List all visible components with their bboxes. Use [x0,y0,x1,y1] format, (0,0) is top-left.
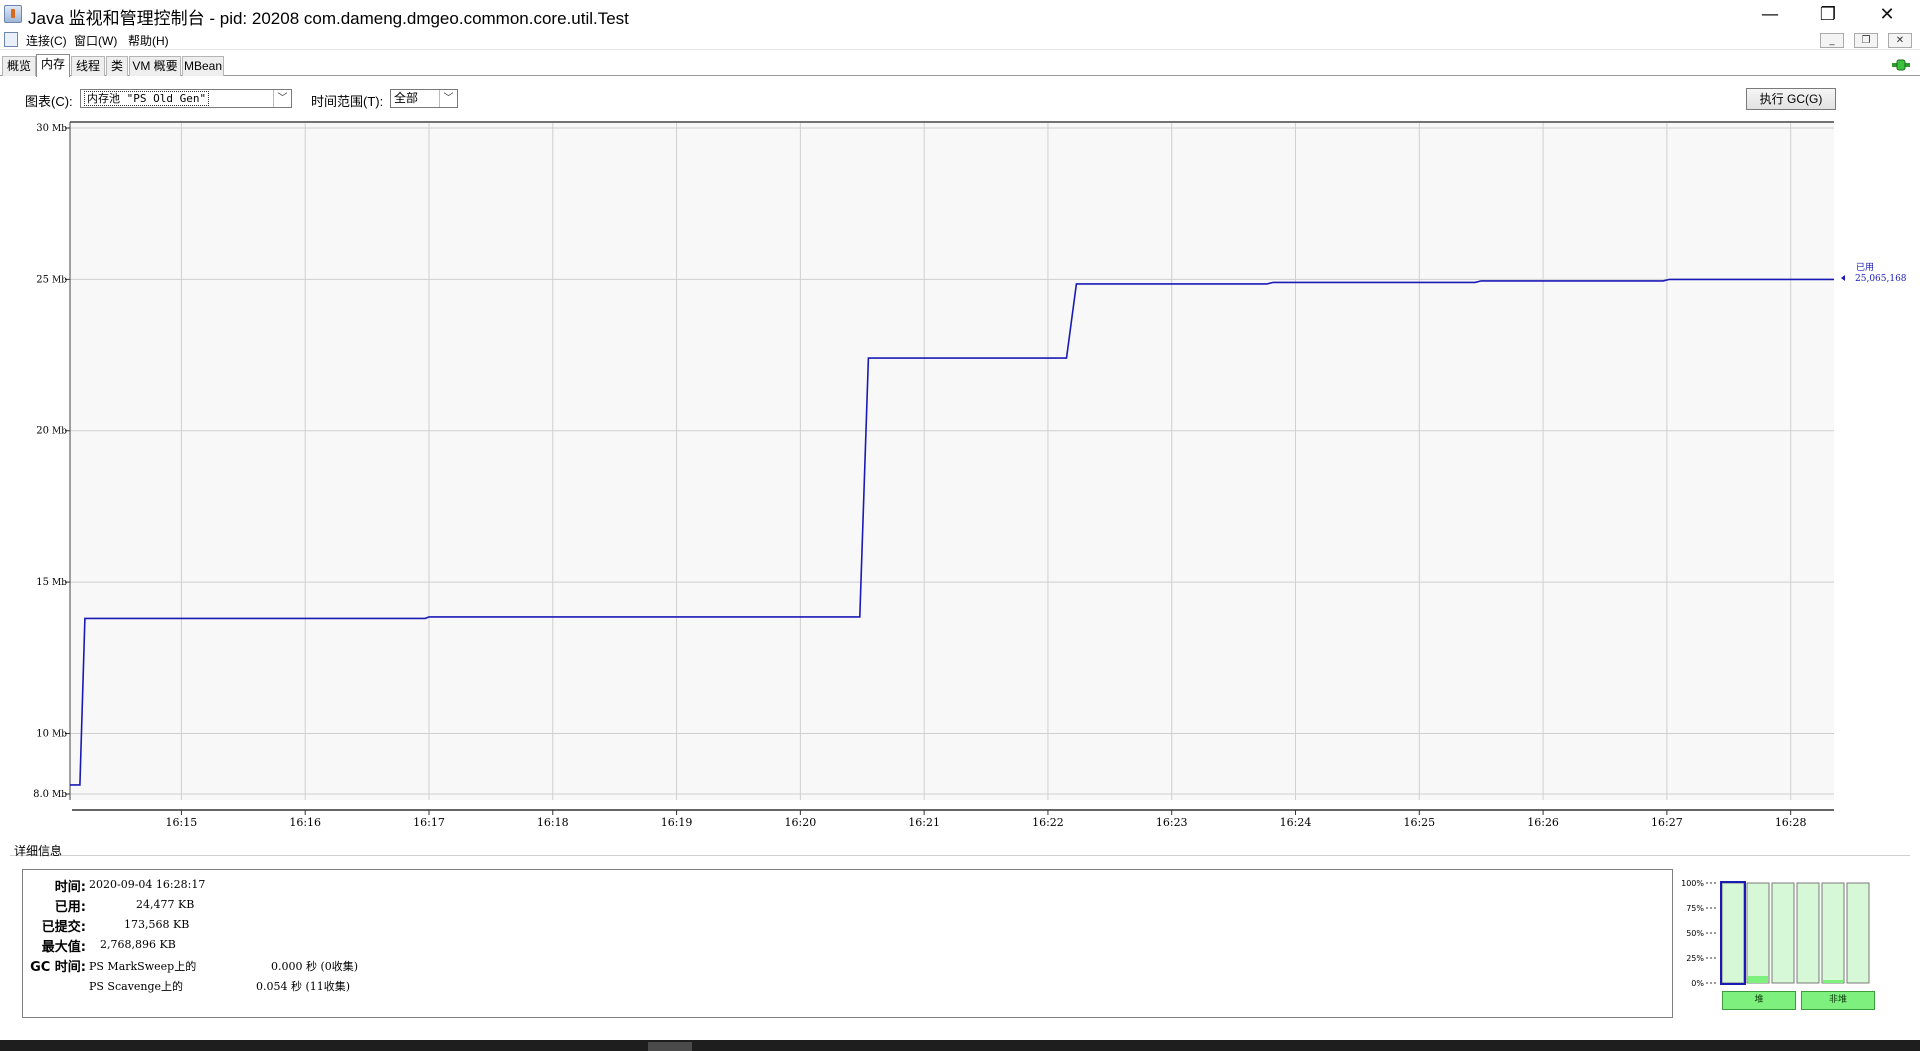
tab-mbean[interactable]: MBean [182,56,224,76]
plot-area [70,123,1834,800]
restore-button[interactable]: ❐ [1799,0,1857,30]
y-tick-unit: Mb [52,578,67,588]
y-tick-label: 25 [36,274,49,285]
y-tick-unit: Mb [52,427,67,437]
chart-selector-value: 内存池 "PS Old Gen" [84,91,210,106]
bar-scale-label: 100% [1681,879,1704,888]
gc-collector-time: 0.054 秒 (11收集) [256,980,351,993]
menu-window[interactable]: 窗口(W) [74,32,117,49]
committed-row: 已提交: [26,916,86,935]
x-tick-label: 16:23 [1156,816,1188,828]
current-value-marker [1841,275,1845,281]
window-title: Java 监视和管理控制台 - pid: 20208 com.dameng.dm… [28,9,629,28]
x-tick-label: 16:28 [1775,816,1807,828]
time-range-selector[interactable]: 全部 ﹀ [390,89,458,108]
bar-scale-label: 50% [1686,929,1704,938]
bar-scale-label: 25% [1686,954,1704,963]
x-tick-label: 16:16 [289,816,321,828]
time-range-value: 全部 [394,91,419,105]
tab-classes[interactable]: 类 [106,56,128,76]
memory-pool-bar[interactable] [1846,882,1870,984]
details-section-label: 详细信息 [14,844,63,858]
y-tick-label: 8.0 [33,789,49,800]
chevron-down-icon: ﹀ [439,90,457,107]
chart-selector-label: 图表(C): [25,94,73,109]
chevron-down-icon: ﹀ [273,90,291,107]
x-tick-label: 16:27 [1651,816,1683,828]
memory-pool-bar-fill [1748,976,1768,983]
x-tick-label: 16:24 [1280,816,1312,828]
menu-connect[interactable]: 连接(C) [26,32,67,49]
memory-pool-bar[interactable] [1771,882,1795,984]
memory-usage-chart: 30 Mb25 Mb20 Mb15 Mb10 Mb8.0 Mb 16:15 16:16 16:1… [33,121,1907,828]
y-tick-label: 20 [36,426,49,437]
x-tick-label: 16:21 [908,816,940,828]
menu-bar: 连接(C) 窗口(W) 帮助(H) _ ❐ ✕ [0,30,1920,50]
tab-threads[interactable]: 线程 [71,56,105,76]
title-bar: Java 监视和管理控制台 - pid: 20208 com.dameng.dm… [0,0,1920,30]
menu-help[interactable]: 帮助(H) [128,32,169,49]
memory-pool-bar[interactable] [1721,882,1745,984]
connection-icon [1892,59,1910,71]
tab-bar: 概览 内存 线程 类 VM 概要 MBean [0,54,1920,77]
x-tick-label: 16:22 [1032,816,1064,828]
x-tick-label: 16:18 [537,816,569,828]
gc-collector-name: PS MarkSweep上的 [89,960,197,973]
used-value: 24,477 KB [136,898,195,911]
x-tick-label: 16:20 [785,816,817,828]
mdi-restore-button[interactable]: ❐ [1854,33,1878,48]
gc-collector-name: PS Scavenge上的 [89,980,184,993]
details-info-box [22,869,1673,1018]
non-heap-bars-button[interactable]: 非堆 [1801,991,1875,1010]
memory-pool-bar[interactable] [1746,882,1770,984]
y-tick-label: 15 [36,577,49,588]
memory-pool-bar-fill [1823,980,1843,983]
gc-collector-time: 0.000 秒 (0收集) [271,960,359,973]
series-current-value: 25,065,168 [1855,274,1907,284]
time-range-label: 时间范围(T): [311,94,384,109]
y-tick-unit: Mb [52,729,67,739]
committed-value: 173,568 KB [124,918,190,931]
tab-memory[interactable]: 内存 [36,54,70,77]
max-row: 最大值: [26,936,86,955]
time-value: 2020-09-04 16:28:17 [89,878,206,891]
taskbar-strip [0,1040,1920,1051]
memory-pool-bar[interactable] [1796,882,1820,984]
used-label: 已用: [54,900,86,915]
bar-scale-label: 0% [1691,979,1704,988]
committed-label: 已提交: [41,920,86,935]
y-tick-label: 10 [36,728,49,739]
minimize-button[interactable]: — [1741,0,1799,30]
mdi-close-button[interactable]: ✕ [1888,33,1912,48]
heap-bars-button[interactable]: 堆 [1722,991,1796,1010]
memory-pool-bar[interactable] [1821,882,1845,984]
x-tick-label: 16:15 [166,816,198,828]
series-legend-name: 已用 [1856,262,1874,273]
x-tick-label: 16:19 [661,816,693,828]
time-label: 时间: [54,880,86,895]
bar-scale-label: 75% [1686,904,1704,913]
time-row: 时间: [26,876,86,895]
tab-vm-summary[interactable]: VM 概要 [129,56,181,76]
used-row: 已用: [26,896,86,915]
y-tick-unit: Mb [52,124,67,134]
tab-overview[interactable]: 概览 [2,56,36,76]
y-tick-label: 30 [36,123,49,134]
x-tick-label: 16:26 [1527,816,1559,828]
mdi-minimize-button[interactable]: _ [1820,33,1844,48]
gc-time-label: GC 时间: [30,960,86,975]
x-tick-label: 16:25 [1403,816,1435,828]
taskbar-item [648,1042,692,1051]
chart-selector[interactable]: 内存池 "PS Old Gen" ﹀ [80,89,292,108]
perform-gc-button[interactable]: 执行 GC(G) [1746,88,1836,110]
x-tick-label: 16:17 [413,816,445,828]
y-tick-unit: Mb [52,790,67,800]
max-value: 2,768,896 KB [100,938,176,951]
gc-time-row: GC 时间: [20,956,86,975]
y-tick-unit: Mb [52,275,67,285]
max-label: 最大值: [41,940,86,955]
java-app-icon [4,5,22,23]
close-button[interactable]: ✕ [1858,0,1916,30]
document-icon [4,32,18,47]
